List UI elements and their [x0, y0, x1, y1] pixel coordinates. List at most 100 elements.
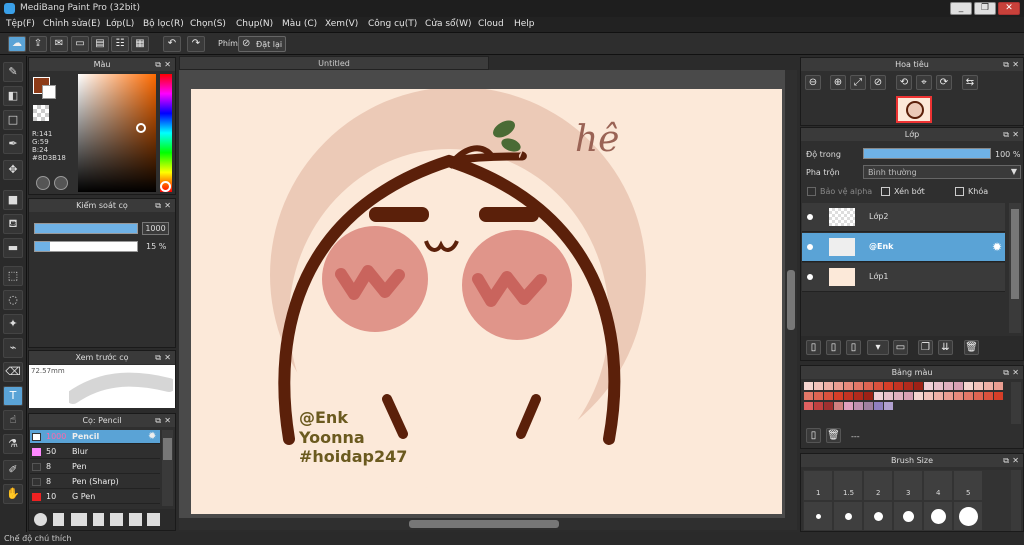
brush-item[interactable]: 10 G Pen — [30, 490, 160, 504]
drawing-canvas[interactable]: hê @Enk Yoonna #hoidap247 — [191, 87, 782, 514]
palette-swatch[interactable] — [934, 392, 943, 400]
palette-swatch[interactable] — [824, 382, 833, 390]
saturation-value-square[interactable] — [78, 74, 156, 192]
hue-slider[interactable] — [160, 74, 172, 192]
palette-swatch[interactable] — [884, 402, 893, 410]
palette-swatch[interactable] — [944, 392, 953, 400]
palette-swatch[interactable] — [944, 382, 953, 390]
palette-swatch[interactable] — [924, 392, 933, 400]
menu-file[interactable]: Tệp(F) — [6, 19, 35, 29]
brush-size-cell[interactable] — [894, 502, 922, 530]
duplicate-layer-icon[interactable]: ❐ — [918, 340, 933, 355]
palette-swatch[interactable] — [994, 382, 1003, 390]
merge-layer-icon[interactable]: ⇊ — [938, 340, 953, 355]
undock-icon[interactable]: ⧉ — [1003, 128, 1009, 141]
delete-layer-icon[interactable]: 🗑 — [964, 340, 979, 355]
brush-size-value[interactable]: 1000 — [142, 222, 169, 235]
restore-button[interactable]: ❐ — [974, 2, 996, 15]
scroll-thumb[interactable] — [163, 438, 172, 460]
add-brush-dropdown-icon[interactable] — [71, 513, 87, 526]
close-panel-icon[interactable]: ✕ — [1012, 454, 1019, 467]
palette-swatch[interactable] — [814, 392, 823, 400]
menu-capture[interactable]: Chụp(N) — [236, 19, 273, 29]
new-layer-icon[interactable]: ▯ — [806, 340, 821, 355]
menu-edit[interactable]: Chỉnh sửa(E) — [43, 19, 100, 29]
menu-layer[interactable]: Lớp(L) — [106, 19, 134, 29]
palette-swatch[interactable] — [864, 402, 873, 410]
transparent-swatch[interactable] — [33, 105, 49, 121]
document-tab[interactable]: Untitled — [179, 56, 489, 70]
fill-rect-tool-icon[interactable]: ■ — [3, 190, 23, 210]
cloud-brush-icon[interactable] — [34, 513, 47, 526]
menu-window[interactable]: Cửa sổ(W) — [425, 19, 471, 29]
palette-swatch[interactable] — [874, 392, 883, 400]
folder-icon[interactable] — [110, 513, 123, 526]
eraser-tool-icon[interactable]: ◧ — [3, 86, 23, 106]
new-8bit-layer-icon[interactable]: ▯ — [846, 340, 861, 355]
new-halftone-layer-icon[interactable]: ▯ — [826, 340, 841, 355]
layer-row[interactable]: Lớp1 — [802, 263, 1005, 292]
color-cursor[interactable] — [136, 123, 146, 133]
brush-settings-icon[interactable] — [93, 513, 104, 526]
palette-swatch[interactable] — [804, 392, 813, 400]
menu-cloud[interactable]: Cloud — [478, 19, 504, 29]
dropper-tool-icon[interactable]: ✐ — [3, 460, 23, 480]
operation-tool-icon[interactable]: ☝ — [3, 410, 23, 430]
scroll-thumb[interactable] — [409, 520, 559, 528]
page-icon[interactable]: ▤ — [91, 36, 109, 52]
visibility-icon[interactable] — [807, 274, 813, 280]
horizontal-scrollbar[interactable] — [179, 518, 785, 530]
brush-tool-icon[interactable]: ✎ — [3, 62, 23, 82]
reset-view-icon[interactable]: ⌖ — [916, 75, 932, 90]
brush-item[interactable]: 8 Pen — [30, 460, 160, 474]
share-icon[interactable]: ⇪ — [29, 36, 47, 52]
brush-size-cell[interactable]: 4 — [924, 471, 952, 500]
text-tool-icon[interactable]: T — [3, 386, 23, 406]
clipping-checkbox[interactable] — [881, 187, 890, 196]
palette-swatch[interactable] — [984, 382, 993, 390]
delete-color-icon[interactable]: 🗑 — [826, 428, 841, 443]
close-panel-icon[interactable]: ✕ — [1012, 58, 1019, 71]
palette-swatch[interactable] — [804, 402, 813, 410]
undock-icon[interactable]: ⧉ — [1003, 366, 1009, 379]
palette-swatch[interactable] — [824, 402, 833, 410]
reset-button[interactable]: ⊘ Đặt lại — [238, 36, 286, 52]
brush-size-cell[interactable] — [804, 502, 832, 530]
brush-item[interactable]: 8 Pen (Sharp) — [30, 475, 160, 489]
brush-size-cell[interactable]: 2 — [864, 471, 892, 500]
brush-item[interactable]: 1000 Pencil ✹ — [30, 430, 160, 444]
brush-size-slider[interactable] — [34, 223, 138, 234]
palette-swatch[interactable] — [854, 382, 863, 390]
brush-opacity-slider[interactable] — [34, 241, 138, 252]
gradient-tool-icon[interactable]: ▬ — [3, 238, 23, 258]
palette-swatch[interactable] — [924, 382, 933, 390]
undo-icon[interactable]: ↶ — [163, 36, 181, 52]
close-button[interactable]: ✕ — [998, 2, 1020, 15]
palette-swatch[interactable] — [814, 382, 823, 390]
palette-swatch[interactable] — [854, 402, 863, 410]
menu-tools[interactable]: Công cụ(T) — [368, 19, 417, 29]
color-picker-icon[interactable] — [54, 176, 68, 190]
zoom-in-icon[interactable]: ⊕ — [830, 75, 846, 90]
list-icon[interactable]: ☷ — [111, 36, 129, 52]
palette-swatch[interactable] — [814, 402, 823, 410]
brush-size-cell[interactable] — [954, 502, 982, 530]
rotate-right-icon[interactable]: ⟳ — [936, 75, 952, 90]
zoom-out-icon[interactable]: ⊖ — [805, 75, 821, 90]
palette-swatch[interactable] — [914, 392, 923, 400]
delete-brush-icon[interactable] — [147, 513, 160, 526]
palette-scrollbar[interactable] — [1011, 382, 1021, 424]
palette-swatch[interactable] — [844, 382, 853, 390]
palette-swatch[interactable] — [904, 392, 913, 400]
scroll-thumb[interactable] — [787, 270, 795, 330]
blend-mode-select[interactable]: Bình thường ▼ — [863, 165, 1021, 179]
palette-swatch[interactable] — [894, 382, 903, 390]
palette-swatch[interactable] — [844, 392, 853, 400]
menu-view[interactable]: Xem(V) — [325, 19, 358, 29]
palette-swatch[interactable] — [834, 392, 843, 400]
palette-swatch[interactable] — [914, 382, 923, 390]
eyedropper-tool-icon[interactable]: ⚗ — [3, 434, 23, 454]
close-panel-icon[interactable]: ✕ — [164, 58, 171, 71]
palette-swatch[interactable] — [834, 382, 843, 390]
close-panel-icon[interactable]: ✕ — [164, 414, 171, 427]
